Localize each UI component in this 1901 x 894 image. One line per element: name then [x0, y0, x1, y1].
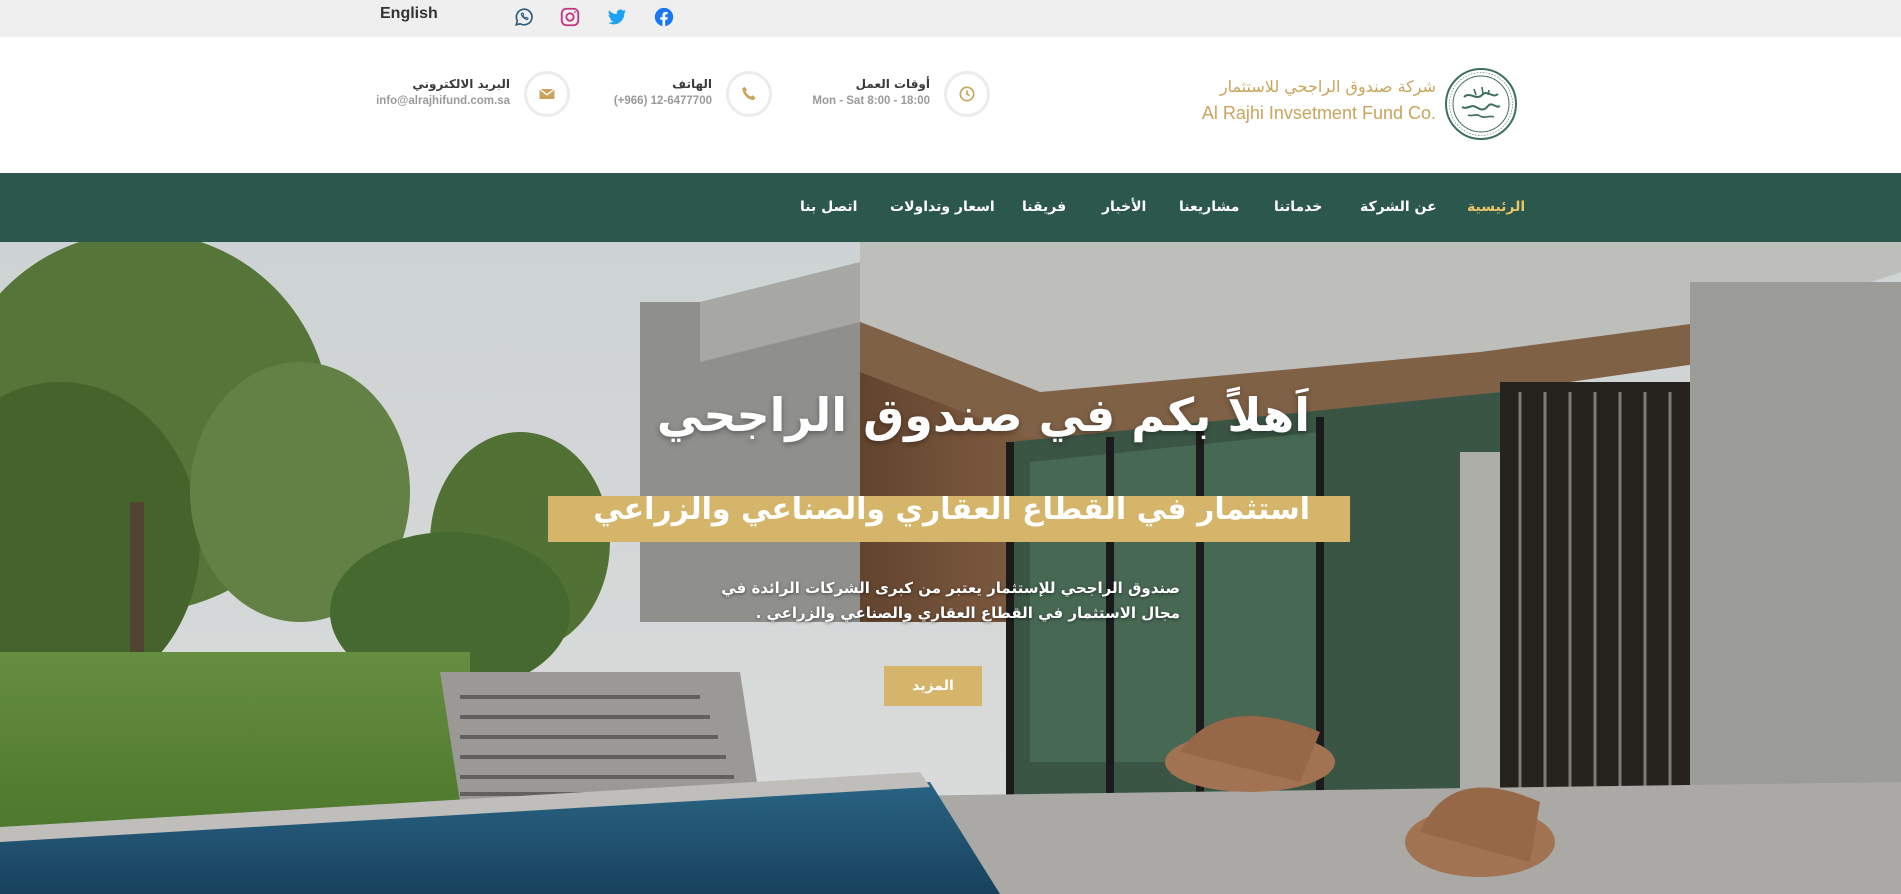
nav-item-prices[interactable]: اسعار وتداولات: [890, 173, 995, 242]
nav-item-projects[interactable]: مشاريعنا: [1179, 173, 1239, 242]
hero-section: اَهلاً بكم في صندوق الراجحي استثمار في ا…: [0, 242, 1901, 894]
instagram-icon[interactable]: [559, 6, 581, 28]
language-switch-link[interactable]: English: [380, 5, 438, 23]
hero-subtitle: استثمار في القطاع العقاري والصناعي والزر…: [593, 492, 1310, 527]
nav-item-about[interactable]: عن الشركة: [1360, 173, 1437, 242]
facebook-icon[interactable]: [653, 6, 675, 28]
email-info: البريد الالكتروني info@alrajhifund.com.s…: [376, 71, 570, 119]
email-label: البريد الالكتروني: [412, 77, 510, 91]
nav-item-news[interactable]: الأخبار: [1102, 173, 1146, 242]
working-hours-label: أوقات العمل: [855, 77, 930, 91]
clock-icon: [944, 71, 990, 117]
hero-background-image: [0, 242, 1901, 894]
company-logo[interactable]: شركة صندوق الراجحي للاستثمار Al Rajhi In…: [1202, 67, 1518, 143]
logo-seal-icon: [1445, 68, 1517, 140]
working-hours-value: Mon - Sat 8:00 - 18:00: [812, 95, 930, 107]
main-navigation: الرئيسية عن الشركة خدماتنا مشاريعنا الأخ…: [0, 173, 1901, 242]
phone-value[interactable]: (+966) 12-6477700: [614, 95, 712, 107]
nav-item-services[interactable]: خدماتنا: [1274, 173, 1322, 242]
whatsapp-icon[interactable]: [513, 6, 535, 28]
header: البريد الالكتروني info@alrajhifund.com.s…: [0, 37, 1901, 173]
phone-icon: [726, 71, 772, 117]
envelope-icon: [524, 71, 570, 117]
logo-arabic-name: شركة صندوق الراجحي للاستثمار: [1219, 77, 1436, 96]
hero-description: صندوق الراجحي للإستثمار يعتبر من كبرى ال…: [721, 579, 1180, 622]
twitter-icon[interactable]: [606, 6, 628, 28]
phone-info: الهاتف (+966) 12-6477700: [600, 71, 772, 119]
top-bar: English: [0, 0, 1901, 37]
hero-title: اَهلاً بكم في صندوق الراجحي: [656, 388, 1310, 442]
logo-english-name: Al Rajhi Invsetment Fund Co.: [1201, 103, 1436, 123]
nav-item-home[interactable]: الرئيسية: [1467, 173, 1525, 242]
working-hours-info: أوقات العمل Mon - Sat 8:00 - 18:00: [800, 71, 990, 119]
phone-label: الهاتف: [672, 77, 712, 91]
nav-item-contact[interactable]: اتصل بنا: [800, 173, 857, 242]
nav-item-team[interactable]: فريقنا: [1022, 173, 1066, 242]
email-value[interactable]: info@alrajhifund.com.sa: [376, 95, 510, 107]
more-button[interactable]: المزيد: [884, 666, 982, 706]
